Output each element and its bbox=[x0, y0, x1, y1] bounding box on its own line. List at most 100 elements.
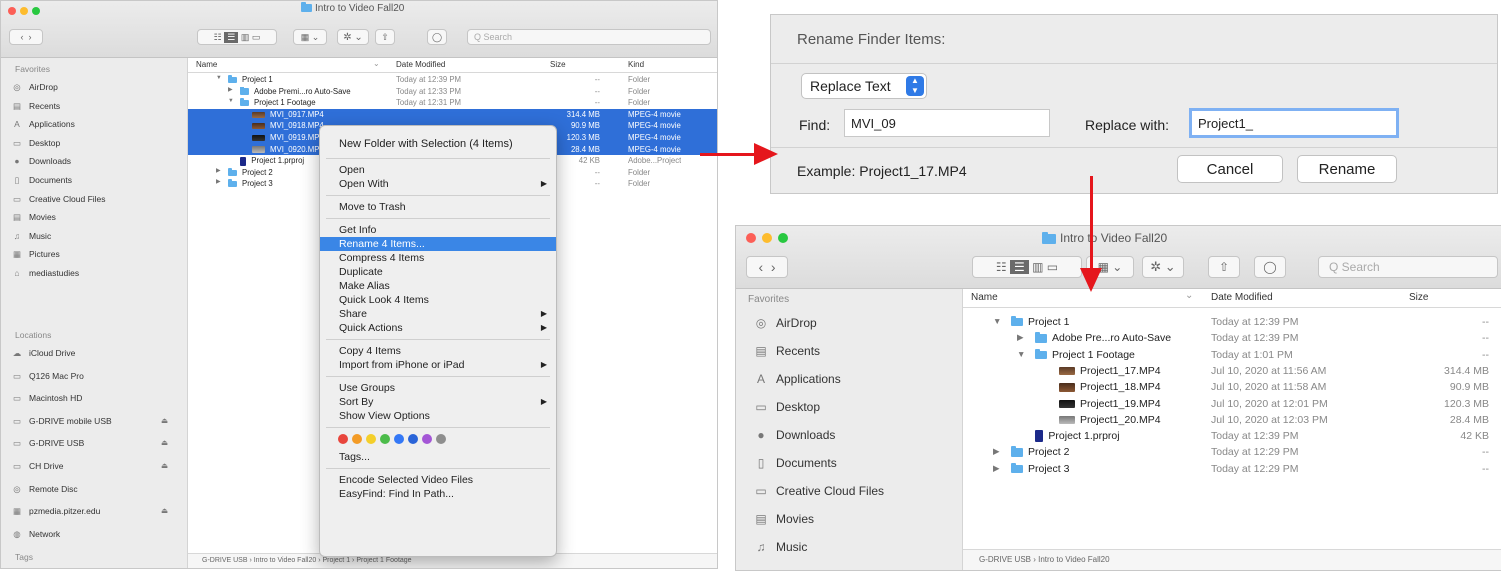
disclosure-open-icon[interactable]: ▼ bbox=[216, 75, 222, 81]
sidebar-item[interactable]: ▭ G-DRIVE mobile USB ⏏ bbox=[11, 416, 168, 427]
eject-icon[interactable]: ⏏ bbox=[161, 506, 168, 515]
sidebar-item[interactable]: ▭ Desktop bbox=[752, 400, 820, 414]
column-size[interactable]: Size bbox=[1409, 292, 1428, 303]
disclosure-open-icon[interactable]: ▼ bbox=[228, 98, 234, 104]
disclosure-closed-icon[interactable]: ▶ bbox=[1017, 332, 1024, 343]
zoom-button[interactable] bbox=[778, 233, 788, 243]
disclosure-open-icon[interactable]: ▼ bbox=[993, 316, 1001, 326]
sidebar-item[interactable]: ▤ Recents bbox=[11, 101, 60, 112]
menu-item[interactable]: Sort By ▶ bbox=[320, 395, 556, 409]
tag-color-dot[interactable] bbox=[380, 434, 390, 444]
sidebar-item[interactable]: ◍ Network bbox=[11, 529, 60, 540]
view-mode-buttons[interactable]: ☷ ☰ ▥ ▭ bbox=[197, 29, 277, 45]
file-row[interactable]: Project1_17.MP4 Jul 10, 2020 at 11:56 AM 3… bbox=[963, 363, 1501, 379]
menu-item[interactable]: Share ▶ bbox=[320, 307, 556, 321]
tag-color-dot[interactable] bbox=[436, 434, 446, 444]
tag-color-dot[interactable] bbox=[338, 434, 348, 444]
sidebar-item[interactable]: ◎ Remote Disc bbox=[11, 484, 77, 495]
list-view-icon[interactable]: ☰ bbox=[1009, 260, 1029, 274]
tags-button[interactable]: ◯ bbox=[1254, 256, 1286, 278]
tags-button[interactable]: ◯ bbox=[427, 29, 447, 45]
sidebar-item[interactable]: A Applications bbox=[752, 372, 841, 386]
find-field[interactable]: MVI_09 bbox=[844, 109, 1050, 137]
file-row[interactable]: MVI_0917.MP4 314.4 MB MPEG-4 movie bbox=[188, 108, 717, 121]
sidebar-item[interactable]: ● Downloads bbox=[752, 428, 835, 442]
sidebar-item[interactable]: ▭ Creative Cloud Files bbox=[752, 484, 884, 498]
sidebar-item[interactable]: ▦ pzmedia.pitzer.edu ⏏ bbox=[11, 506, 168, 517]
menu-item[interactable]: Tags... bbox=[320, 450, 556, 464]
group-button[interactable]: ▦ ⌄ bbox=[293, 29, 327, 45]
column-date[interactable]: Date Modified bbox=[1211, 292, 1273, 303]
sidebar-item[interactable]: ● Downloads bbox=[11, 156, 71, 166]
file-row[interactable]: ▶ Project 2 Today at 12:29 PM -- bbox=[963, 444, 1501, 460]
eject-icon[interactable]: ⏏ bbox=[161, 416, 168, 425]
tag-color-dot[interactable] bbox=[366, 434, 376, 444]
tag-color-dot[interactable] bbox=[352, 434, 362, 444]
rename-button[interactable]: Rename bbox=[1297, 155, 1397, 183]
column-kind[interactable]: Kind bbox=[628, 60, 644, 69]
minimize-button[interactable] bbox=[762, 233, 772, 243]
sidebar-item[interactable]: ♫ Music bbox=[752, 540, 808, 554]
sidebar-item[interactable]: ▭ G-DRIVE USB ⏏ bbox=[11, 438, 168, 449]
column-size[interactable]: Size bbox=[550, 60, 566, 69]
menu-item[interactable]: Open With ▶ bbox=[320, 177, 556, 191]
file-row[interactable]: Project1_18.MP4 Jul 10, 2020 at 11:58 AM 9… bbox=[963, 379, 1501, 395]
gallery-view-icon[interactable]: ▭ bbox=[252, 32, 261, 43]
eject-icon[interactable]: ⏏ bbox=[161, 461, 168, 470]
share-button[interactable]: ⇧ bbox=[375, 29, 395, 45]
file-row[interactable]: ▶ Project 3 Today at 12:29 PM -- bbox=[963, 461, 1501, 477]
sidebar-item[interactable]: ▭ Desktop bbox=[11, 138, 60, 149]
disclosure-closed-icon[interactable]: ▶ bbox=[216, 179, 220, 185]
search-input[interactable]: Q Search bbox=[467, 29, 711, 45]
menu-item[interactable]: Show View Options bbox=[320, 409, 556, 423]
column-name[interactable]: Name bbox=[971, 292, 998, 303]
menu-item[interactable]: Import from iPhone or iPad ▶ bbox=[320, 358, 556, 372]
column-name[interactable]: Name bbox=[196, 60, 217, 69]
sidebar-item[interactable]: ◎ AirDrop bbox=[752, 316, 817, 330]
sidebar-item[interactable]: ▯ Documents bbox=[752, 456, 837, 470]
icon-view-icon[interactable]: ☷ bbox=[214, 32, 222, 43]
action-gear-button[interactable]: ✲ ⌄ bbox=[337, 29, 369, 45]
sidebar-item[interactable]: ▭ Macintosh HD bbox=[11, 393, 82, 404]
menu-item[interactable]: New Folder with Selection (4 Items) bbox=[320, 134, 556, 154]
column-view-icon[interactable]: ▥ bbox=[1032, 260, 1043, 274]
cancel-button[interactable]: Cancel bbox=[1177, 155, 1283, 183]
sidebar-item[interactable]: ▯ Documents bbox=[11, 175, 72, 186]
search-input[interactable]: Q Search bbox=[1318, 256, 1498, 278]
disclosure-closed-icon[interactable]: ▶ bbox=[216, 168, 220, 174]
file-row[interactable]: ▼ Project 1 Footage Today at 12:31 PM -- Fol… bbox=[188, 97, 717, 109]
tag-color-dot[interactable] bbox=[408, 434, 418, 444]
file-row[interactable]: ▼ Project 1 Today at 12:39 PM -- bbox=[963, 314, 1501, 330]
file-row[interactable]: ▼ Project 1 Footage Today at 1:01 PM -- bbox=[963, 347, 1501, 363]
icon-view-icon[interactable]: ☷ bbox=[996, 260, 1007, 274]
menu-item[interactable]: Copy 4 Items bbox=[320, 344, 556, 358]
file-row[interactable]: Project1_19.MP4 Jul 10, 2020 at 12:01 PM 1… bbox=[963, 396, 1501, 412]
file-row[interactable]: Project1_20.MP4 Jul 10, 2020 at 12:03 PM 2… bbox=[963, 412, 1501, 428]
menu-item[interactable]: Move to Trash bbox=[320, 200, 556, 214]
disclosure-closed-icon[interactable]: ▶ bbox=[993, 463, 1000, 474]
close-button[interactable] bbox=[8, 7, 16, 15]
menu-item[interactable]: Rename 4 Items... bbox=[320, 237, 556, 251]
zoom-button[interactable] bbox=[32, 7, 40, 15]
menu-item[interactable]: EasyFind: Find In Path... bbox=[320, 487, 556, 501]
menu-item[interactable]: Encode Selected Video Files bbox=[320, 473, 556, 487]
sidebar-item[interactable]: ☁ iCloud Drive bbox=[11, 348, 76, 359]
file-row[interactable]: ▶ Adobe Pre...ro Auto-Save Today at 12:39 … bbox=[963, 330, 1501, 346]
menu-item[interactable]: Quick Look 4 Items bbox=[320, 293, 556, 307]
disclosure-closed-icon[interactable]: ▶ bbox=[228, 87, 232, 93]
back-forward-button[interactable]: ‹ › bbox=[9, 29, 43, 45]
menu-item[interactable]: Duplicate bbox=[320, 265, 556, 279]
file-row[interactable]: ▼ Project 1 Today at 12:39 PM -- Folder bbox=[188, 74, 717, 86]
mode-select[interactable]: Replace Text ▲ ▼ bbox=[801, 73, 927, 99]
disclosure-closed-icon[interactable]: ▶ bbox=[993, 446, 1000, 457]
sidebar-item[interactable]: ▤ Movies bbox=[11, 212, 56, 223]
minimize-button[interactable] bbox=[20, 7, 28, 15]
menu-item[interactable]: Open bbox=[320, 163, 556, 177]
tag-color-dot[interactable] bbox=[394, 434, 404, 444]
replace-field[interactable]: Project1_ bbox=[1189, 108, 1399, 138]
sidebar-item[interactable]: ♫ Music bbox=[11, 231, 51, 241]
sidebar-item[interactable]: ▭ Creative Cloud Files bbox=[11, 194, 106, 205]
sidebar-item[interactable]: ▭ Q126 Mac Pro bbox=[11, 371, 84, 382]
gallery-view-icon[interactable]: ▭ bbox=[1047, 260, 1058, 274]
sidebar-item[interactable]: ▭ CH Drive ⏏ bbox=[11, 461, 168, 472]
